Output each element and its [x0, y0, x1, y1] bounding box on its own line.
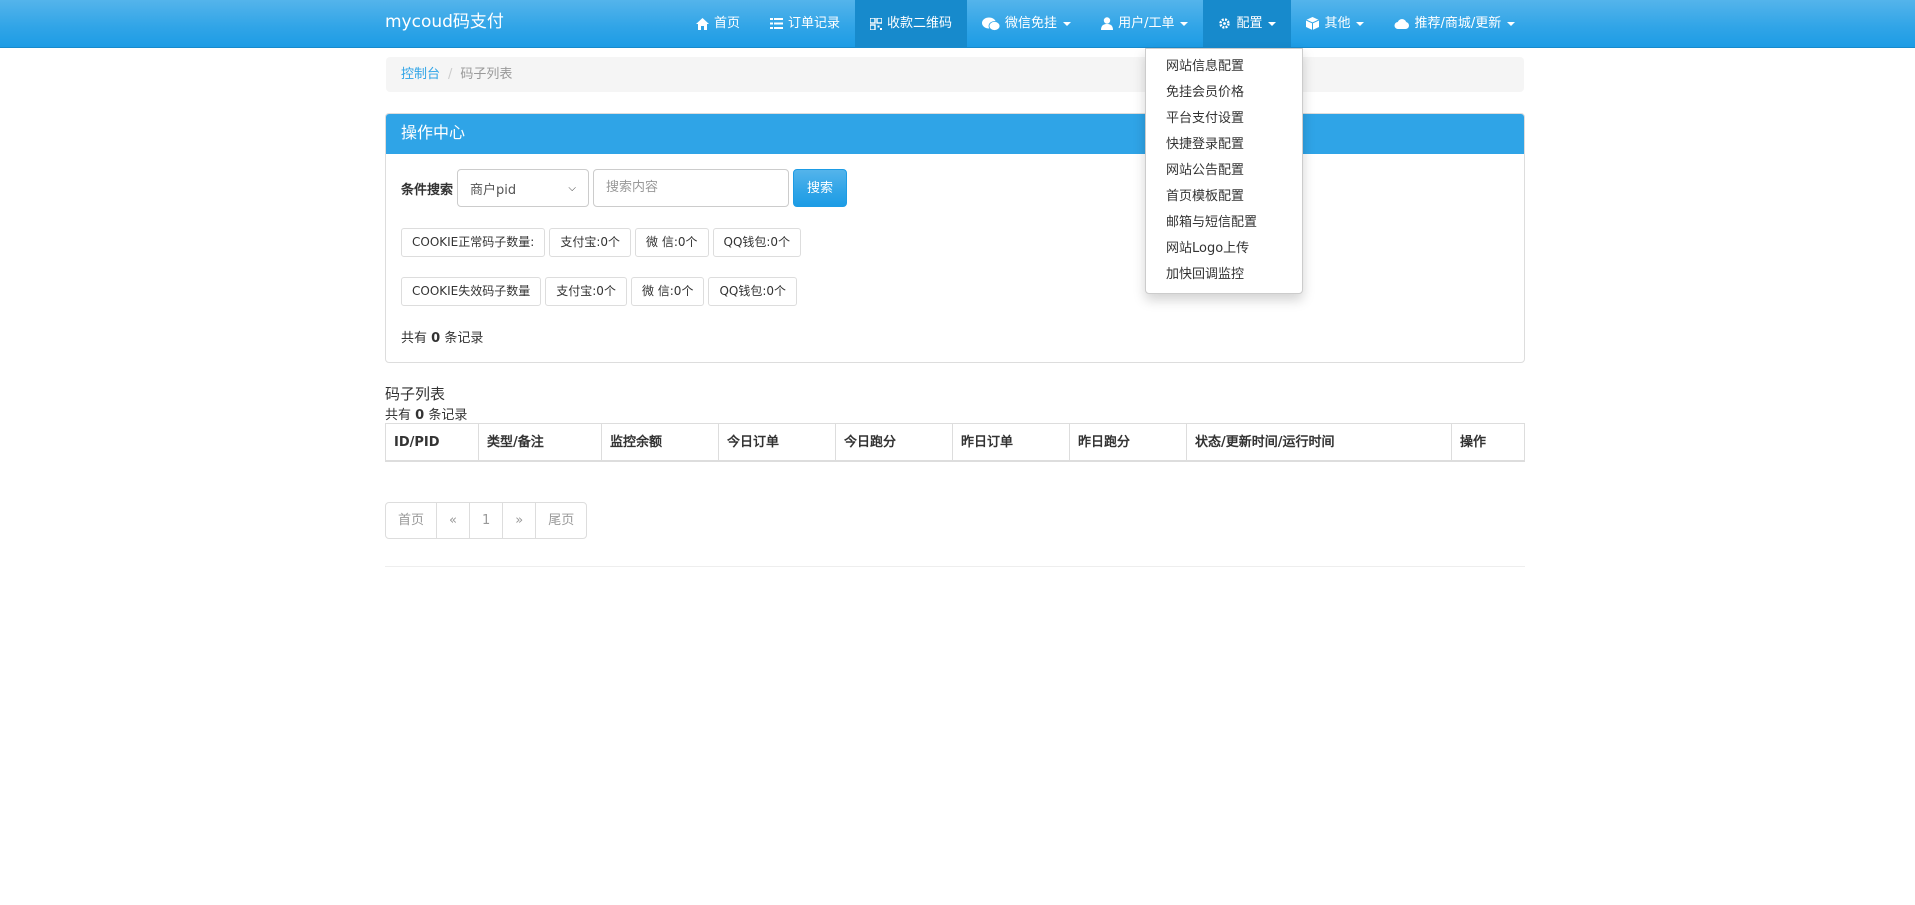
breadcrumb-home-link[interactable]: 控制台	[401, 67, 440, 82]
chevron-down-icon: ⌵	[568, 182, 577, 194]
caret-down-icon	[1180, 21, 1189, 26]
breadcrumb-separator: /	[448, 67, 453, 82]
user-icon	[1101, 17, 1114, 30]
operation-panel: 操作中心 条件搜索 商户pid ⌵ 搜索内容 搜索 COOKIE正常码子数量: …	[385, 113, 1525, 363]
invalid-alipay-count: 支付宝:0个	[545, 277, 627, 306]
search-type-select[interactable]: 商户pid ⌵	[457, 169, 590, 207]
valid-qqwallet-count: QQ钱包:0个	[712, 228, 802, 257]
record-count-suffix: 条记录	[444, 331, 484, 346]
caret-down-icon	[1063, 21, 1072, 26]
search-input[interactable]: 搜索内容	[593, 169, 790, 207]
column-header-yesterday-orders: 昨日订单	[953, 424, 1070, 460]
record-count-prefix: 共有	[401, 331, 428, 346]
breadcrumb: 控制台 / 码子列表	[386, 57, 1524, 92]
column-header-yesterday-score: 昨日跑分	[1070, 424, 1187, 460]
nav-orders[interactable]: 订单记录	[755, 0, 855, 47]
breadcrumb-current: 码子列表	[460, 67, 513, 82]
page-number[interactable]: 1	[468, 502, 504, 539]
list-icon	[770, 18, 784, 29]
menu-item-payment-settings[interactable]: 平台支付设置	[1146, 106, 1302, 132]
valid-cookie-count-label: COOKIE正常码子数量:	[401, 228, 546, 257]
caret-down-icon	[1268, 21, 1277, 26]
panel-title: 操作中心	[386, 114, 1524, 154]
panel-record-count: 共有 0 条记录	[401, 327, 483, 346]
nav-recommend-label: 推荐/商城/更新	[1414, 15, 1502, 31]
cloud-icon	[1394, 18, 1410, 29]
wechat-icon	[982, 17, 1001, 31]
page-first[interactable]: 首页	[385, 502, 438, 539]
valid-alipay-count: 支付宝:0个	[549, 228, 631, 257]
brand-logo[interactable]: mycoud码支付	[385, 0, 504, 48]
caret-down-icon	[1507, 21, 1516, 26]
invalid-wechat-count: 微 信:0个	[630, 277, 705, 306]
footer-divider	[385, 566, 1525, 567]
column-header-status: 状态/更新时间/运行时间	[1187, 424, 1452, 460]
nav-home-label: 首页	[714, 15, 741, 31]
main-nav: 首页 订单记录 收款二维码 微信免挂 用户/工单 配置 其他 推荐/商城/更新	[681, 0, 1530, 48]
list-count-suffix: 条记录	[428, 408, 468, 423]
nav-wechat[interactable]: 微信免挂	[967, 0, 1086, 47]
home-icon	[696, 17, 709, 30]
list-count-prefix: 共有	[385, 408, 412, 423]
invalid-codes-row: COOKIE失效码子数量 支付宝:0个 微 信:0个 QQ钱包:0个	[401, 277, 798, 306]
nav-users[interactable]: 用户/工单	[1086, 0, 1203, 47]
valid-wechat-count: 微 信:0个	[635, 228, 709, 257]
nav-home[interactable]: 首页	[681, 0, 755, 47]
menu-item-announcement[interactable]: 网站公告配置	[1146, 158, 1302, 184]
menu-item-homepage-template[interactable]: 首页模板配置	[1146, 184, 1302, 210]
menu-item-member-price[interactable]: 免挂会员价格	[1146, 80, 1302, 106]
list-record-count: 共有 0 条记录	[385, 404, 467, 423]
nav-orders-label: 订单记录	[788, 15, 841, 31]
record-count-value: 0	[431, 331, 441, 346]
menu-item-email-sms[interactable]: 邮箱与短信配置	[1146, 210, 1302, 236]
column-header-today-score: 今日跑分	[836, 424, 953, 460]
cube-icon	[1306, 17, 1320, 30]
qrcode-icon	[870, 17, 883, 30]
menu-item-site-info[interactable]: 网站信息配置	[1146, 54, 1302, 80]
config-dropdown-menu: 网站信息配置 免挂会员价格 平台支付设置 快捷登录配置 网站公告配置 首页模板配…	[1145, 48, 1303, 294]
invalid-qqwallet-count: QQ钱包:0个	[708, 277, 798, 306]
search-label: 条件搜索	[401, 182, 454, 198]
page-prev[interactable]: «	[436, 502, 470, 539]
nav-config[interactable]: 配置	[1203, 0, 1292, 47]
list-count-value: 0	[415, 408, 425, 423]
nav-qrcode[interactable]: 收款二维码	[855, 0, 968, 47]
column-header-actions: 操作	[1460, 435, 1487, 450]
page-next[interactable]: »	[502, 502, 537, 539]
nav-qrcode-label: 收款二维码	[887, 15, 953, 31]
menu-item-logo-upload[interactable]: 网站Logo上传	[1146, 236, 1302, 262]
top-navbar: mycoud码支付 首页 订单记录 收款二维码 微信免挂 用户/工单 配置 其他…	[0, 0, 1915, 48]
page-last[interactable]: 尾页	[535, 502, 588, 539]
search-type-value: 商户pid	[470, 182, 517, 198]
nav-other-label: 其他	[1324, 15, 1351, 31]
menu-item-callback-monitor[interactable]: 加快回调监控	[1146, 262, 1302, 288]
nav-other[interactable]: 其他	[1291, 0, 1379, 47]
nav-config-label: 配置	[1236, 15, 1263, 31]
search-form: 条件搜索 商户pid ⌵ 搜索内容 搜索	[401, 169, 848, 207]
list-title: 码子列表	[385, 385, 446, 403]
caret-down-icon	[1356, 21, 1365, 26]
nav-recommend[interactable]: 推荐/商城/更新	[1379, 0, 1530, 47]
pagination: 首页 « 1 » 尾页	[385, 502, 588, 539]
codes-table-header: ID/PID 类型/备注 监控余额 今日订单 今日跑分 昨日订单 昨日跑分 状态…	[385, 423, 1525, 462]
valid-codes-row: COOKIE正常码子数量: 支付宝:0个 微 信:0个 QQ钱包:0个	[401, 228, 802, 257]
column-header-today-orders: 今日订单	[719, 424, 836, 460]
search-button[interactable]: 搜索	[793, 169, 848, 207]
nav-users-label: 用户/工单	[1118, 15, 1175, 31]
column-header-id: ID/PID	[386, 424, 479, 460]
gear-icon	[1218, 17, 1231, 30]
invalid-cookie-count-label: COOKIE失效码子数量	[401, 277, 542, 306]
column-header-type: 类型/备注	[479, 424, 602, 460]
nav-wechat-label: 微信免挂	[1005, 15, 1058, 31]
menu-item-quick-login[interactable]: 快捷登录配置	[1146, 132, 1302, 158]
column-header-balance: 监控余额	[602, 424, 719, 460]
